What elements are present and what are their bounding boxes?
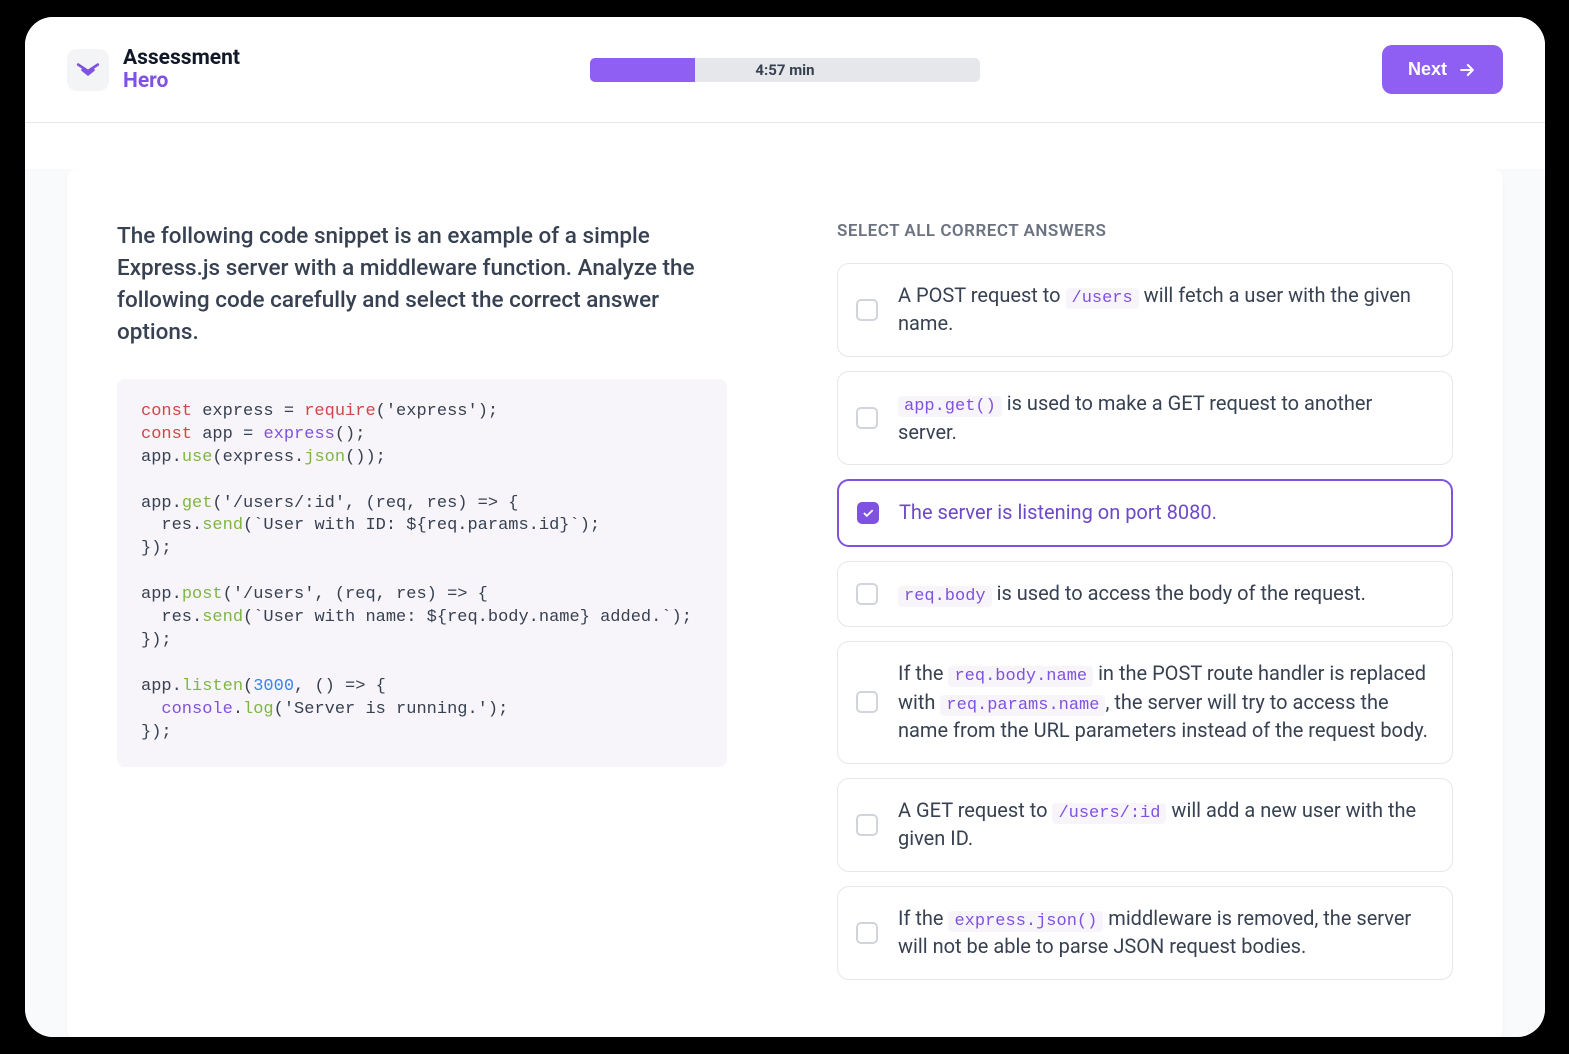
question-card: The following code snippet is an example… (67, 169, 1503, 1037)
answer-text: If the express.json() middleware is remo… (898, 905, 1432, 961)
next-button[interactable]: Next (1382, 45, 1503, 94)
answers-column: SELECT ALL CORRECT ANSWERS A POST reques… (837, 221, 1453, 980)
answer-option-4[interactable]: If the req.body.name in the POST route h… (837, 641, 1453, 764)
checkbox[interactable] (856, 407, 878, 429)
answer-option-0[interactable]: A POST request to /users will fetch a us… (837, 263, 1453, 357)
app-window: Assessment Hero 4:57 min Next The follow… (25, 17, 1545, 1037)
top-bar: Assessment Hero 4:57 min Next (25, 17, 1545, 123)
code-snippet: const express = require('express'); cons… (117, 379, 727, 767)
checkbox[interactable] (856, 583, 878, 605)
answer-option-1[interactable]: app.get() is used to make a GET request … (837, 371, 1453, 465)
checkbox[interactable] (856, 814, 878, 836)
answer-text: app.get() is used to make a GET request … (898, 390, 1432, 446)
answer-text: A GET request to /users/:id will add a n… (898, 797, 1432, 853)
answers-list: A POST request to /users will fetch a us… (837, 263, 1453, 980)
brand-logo-icon (67, 49, 109, 91)
question-prompt: The following code snippet is an example… (117, 221, 727, 349)
checkbox[interactable] (856, 922, 878, 944)
progress-bar: 4:57 min (590, 58, 980, 82)
question-column: The following code snippet is an example… (117, 221, 727, 980)
progress: 4:57 min (590, 58, 980, 82)
brand: Assessment Hero (67, 47, 240, 91)
brand-line1: Assessment (123, 47, 240, 69)
progress-label: 4:57 min (755, 61, 814, 79)
checkbox[interactable] (856, 299, 878, 321)
answer-text: The server is listening on port 8080. (899, 499, 1217, 527)
answer-text: A POST request to /users will fetch a us… (898, 282, 1432, 338)
progress-fill (590, 58, 695, 82)
answer-text: req.body is used to access the body of t… (898, 580, 1366, 608)
answer-option-5[interactable]: A GET request to /users/:id will add a n… (837, 778, 1453, 872)
body: The following code snippet is an example… (25, 169, 1545, 1037)
next-button-label: Next (1408, 59, 1447, 80)
brand-text: Assessment Hero (123, 47, 240, 91)
brand-line2: Hero (123, 70, 240, 92)
answer-option-6[interactable]: If the express.json() middleware is remo… (837, 886, 1453, 980)
answer-option-2[interactable]: The server is listening on port 8080. (837, 479, 1453, 547)
answer-option-3[interactable]: req.body is used to access the body of t… (837, 561, 1453, 627)
checkbox[interactable] (856, 691, 878, 713)
answer-text: If the req.body.name in the POST route h… (898, 660, 1432, 745)
checkbox[interactable] (857, 502, 879, 524)
answers-heading: SELECT ALL CORRECT ANSWERS (837, 221, 1453, 241)
arrow-right-icon (1457, 60, 1477, 80)
